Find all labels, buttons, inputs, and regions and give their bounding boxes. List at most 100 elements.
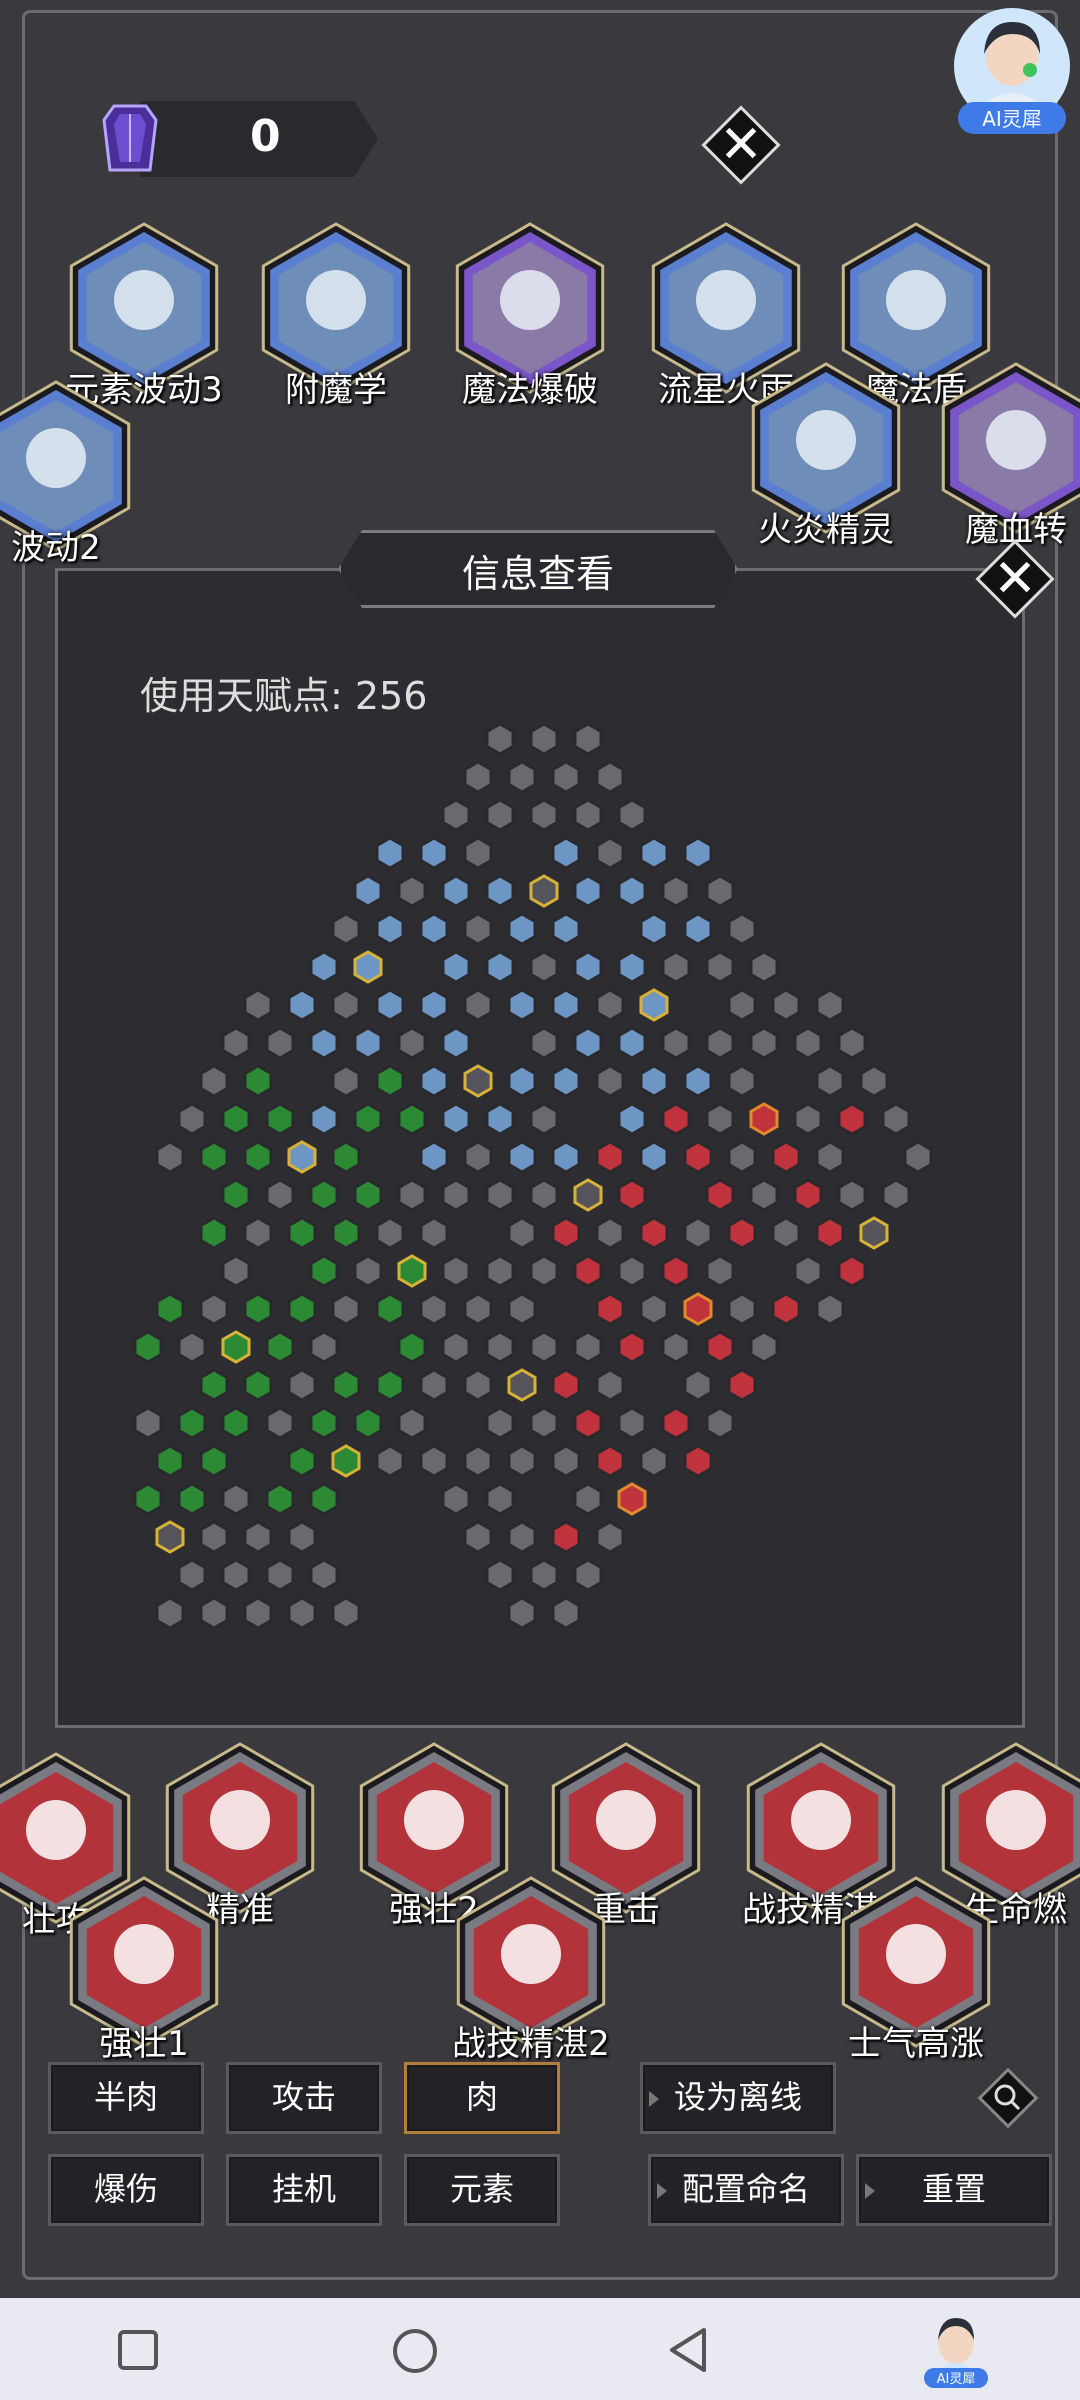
talent-node: [529, 1102, 559, 1136]
talent-node: [639, 1216, 669, 1250]
sword-icon: [501, 1924, 561, 1984]
talent-node: [661, 874, 691, 908]
talent-node: [485, 950, 515, 984]
talent-node: [287, 1520, 317, 1554]
talent-node: [837, 1026, 867, 1060]
crowd-icon: [886, 1924, 946, 1984]
talent-node: [683, 1216, 713, 1250]
talent-node: [199, 1140, 229, 1174]
config-name-button[interactable]: 配置命名: [648, 2154, 844, 2226]
talent-node: [265, 1482, 295, 1516]
talent-node: [837, 1102, 867, 1136]
home-button[interactable]: [390, 2326, 440, 2376]
talent-node: [177, 1406, 207, 1440]
talent-node: [573, 1254, 603, 1288]
play-triangle-icon: [657, 2183, 667, 2199]
close-icon: ✕: [993, 549, 1037, 609]
skill-str1[interactable]: 强壮1: [58, 1876, 230, 2064]
talent-node: [639, 1064, 669, 1098]
talent-node: [595, 1368, 625, 1402]
talent-node: [551, 760, 581, 794]
panel-close-button[interactable]: ✕: [975, 539, 1055, 619]
talent-node: [331, 1216, 361, 1250]
preset-button-attack[interactable]: 攻击: [226, 2062, 382, 2134]
talent-node: [287, 1596, 317, 1630]
set-offline-button[interactable]: 设为离线: [640, 2062, 836, 2134]
game-screen: 0 ✕ AI灵犀 元素波动3 附魔学 魔法爆破 流星火雨 魔法盾 波动2 火炎精灵 魔血转 壮攻…: [0, 0, 1080, 2298]
talent-node: [463, 912, 493, 946]
talent-node: [265, 1178, 295, 1212]
talent-node: [617, 1254, 647, 1288]
talent-node: [507, 912, 537, 946]
talent-node: [243, 1064, 273, 1098]
talent-node: [375, 1064, 405, 1098]
talent-node: [375, 836, 405, 870]
talent-node: [815, 1292, 845, 1326]
talent-node: [463, 836, 493, 870]
talent-node: [397, 1254, 427, 1288]
close-button[interactable]: ✕: [701, 105, 781, 185]
talent-node: [419, 836, 449, 870]
talent-node: [551, 1064, 581, 1098]
ai-assistant-nav-button[interactable]: AI灵犀: [918, 2312, 994, 2390]
talent-node: [661, 1254, 691, 1288]
info-panel: [55, 568, 1025, 1728]
talent-node: [309, 1026, 339, 1060]
recent-apps-button[interactable]: [116, 2328, 160, 2372]
reset-button[interactable]: 重置: [856, 2154, 1052, 2226]
preset-button-idle[interactable]: 挂机: [226, 2154, 382, 2226]
talent-node: [397, 1330, 427, 1364]
flame-icon: [986, 1790, 1046, 1850]
talent-node: [683, 1292, 713, 1326]
talent-node: [573, 1178, 603, 1212]
skill-blast[interactable]: 魔法爆破: [444, 222, 616, 410]
talent-node: [221, 1102, 251, 1136]
talent-node: [199, 1596, 229, 1630]
talent-node: [309, 1102, 339, 1136]
preset-button-element[interactable]: 元素: [404, 2154, 560, 2226]
skill-tech2[interactable]: 战技精湛2: [445, 1876, 617, 2064]
preset-button-tank[interactable]: 肉: [404, 2062, 560, 2134]
talent-node: [155, 1140, 185, 1174]
talent-node: [573, 798, 603, 832]
talent-node: [221, 1178, 251, 1212]
burst-icon: [500, 270, 560, 330]
talent-node: [397, 1406, 427, 1440]
back-button[interactable]: [666, 2326, 710, 2374]
talent-node: [617, 874, 647, 908]
talent-node: [309, 1406, 339, 1440]
skill-label: 强壮1: [99, 2024, 189, 2064]
talent-node: [265, 1558, 295, 1592]
ai-assistant-badge[interactable]: AI灵犀: [950, 8, 1074, 134]
talent-node: [155, 1520, 185, 1554]
talent-node: [771, 988, 801, 1022]
talent-node: [463, 1140, 493, 1174]
talent-node: [595, 1292, 625, 1326]
talent-node: [551, 1368, 581, 1402]
talent-node: [727, 1216, 757, 1250]
skill-morale[interactable]: 士气高涨: [830, 1876, 1002, 2064]
search-button[interactable]: [972, 2062, 1044, 2134]
talent-node: [133, 1406, 163, 1440]
talent-node: [595, 1216, 625, 1250]
play-triangle-icon: [865, 2183, 875, 2199]
talent-node: [331, 1064, 361, 1098]
talent-node: [551, 836, 581, 870]
skill-elem2[interactable]: 波动2: [0, 380, 142, 568]
skill-bloodmana[interactable]: 魔血转: [930, 362, 1080, 550]
talent-node: [705, 874, 735, 908]
preset-button-half-tank[interactable]: 半肉: [48, 2062, 204, 2134]
talent-node: [793, 1254, 823, 1288]
preset-button-crit[interactable]: 爆伤: [48, 2154, 204, 2226]
talent-node: [353, 950, 383, 984]
talent-node: [661, 1026, 691, 1060]
talent-node: [705, 1178, 735, 1212]
talent-node: [353, 1254, 383, 1288]
skill-ench[interactable]: 附魔学: [250, 222, 422, 410]
talent-node: [265, 1026, 295, 1060]
talent-node: [419, 1216, 449, 1250]
talent-node: [309, 1330, 339, 1364]
skill-elem[interactable]: 元素波动3: [58, 222, 230, 410]
talent-node: [573, 874, 603, 908]
skill-spirit[interactable]: 火炎精灵: [740, 362, 912, 550]
